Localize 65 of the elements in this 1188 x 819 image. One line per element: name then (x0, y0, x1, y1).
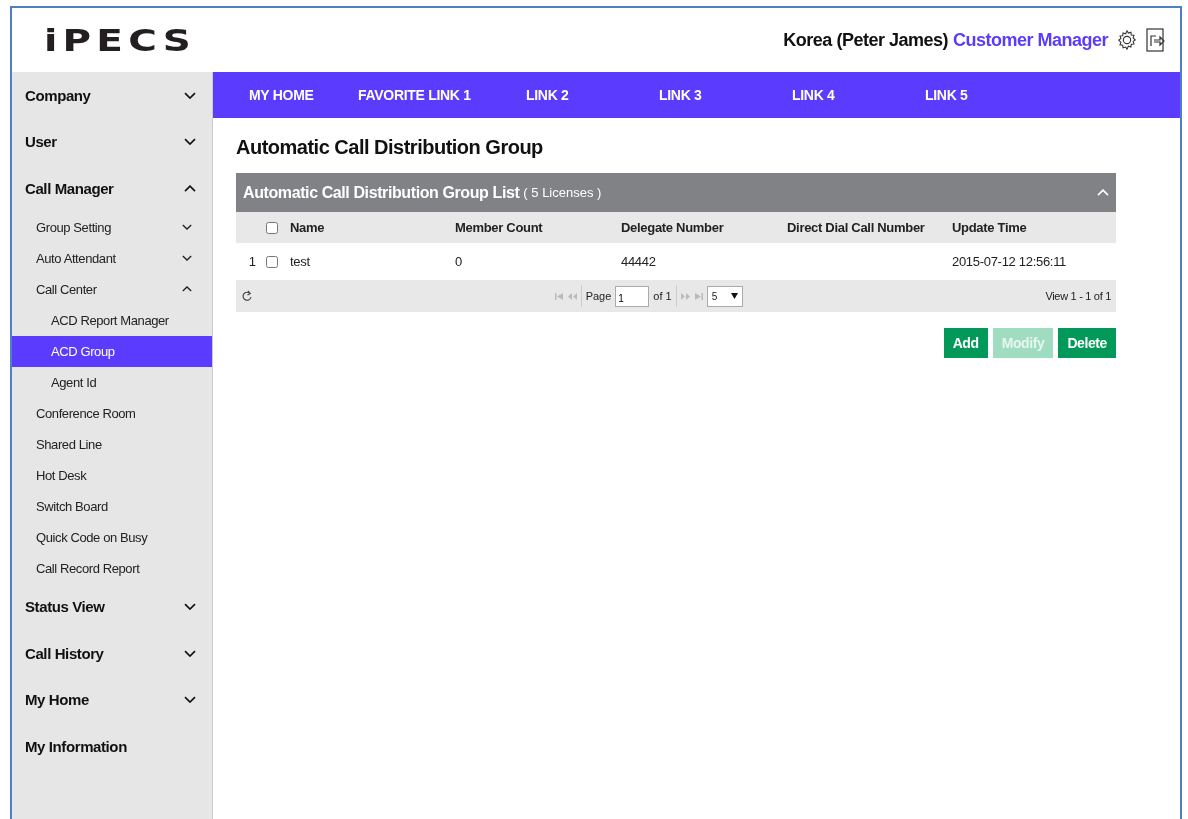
action-button[interactable]: Add (943, 328, 988, 358)
chevron-down-icon (182, 224, 192, 230)
sidebar-item[interactable]: ACD Group (12, 335, 212, 367)
nav-link[interactable]: LINK 3 (659, 87, 702, 103)
sidebar-item[interactable]: My Information (12, 723, 212, 770)
sidebar-item[interactable]: Call Record Report (12, 552, 212, 584)
chevron-up-icon (182, 286, 192, 292)
nav-link[interactable]: FAVORITE LINK 1 (358, 87, 471, 103)
refresh-icon[interactable] (242, 290, 252, 302)
sidebar-item[interactable]: User (12, 118, 212, 165)
sidebar-item[interactable]: Agent Id (12, 366, 212, 398)
sidebar-item[interactable]: Call Manager (12, 165, 212, 212)
logo: iPECS (44, 22, 197, 58)
page-title: Automatic Call Distribution Group (236, 136, 544, 159)
chevron-down-icon (184, 603, 196, 611)
nav-link[interactable]: LINK 2 (526, 87, 569, 103)
select-all-checkbox[interactable] (266, 221, 278, 234)
page-label: Page (585, 290, 612, 302)
sidebar-item[interactable]: Auto Attendant (12, 242, 212, 274)
column-header: Name (290, 220, 326, 235)
sidebar-item[interactable]: Hot Desk (12, 459, 212, 491)
nav-link[interactable]: LINK 5 (925, 87, 968, 103)
sidebar-item[interactable]: Shared Line (12, 428, 212, 460)
sidebar-item[interactable]: Group Setting (12, 211, 212, 243)
chevron-down-icon (182, 255, 192, 261)
logout-icon[interactable] (1146, 28, 1166, 52)
row-number: 1 (247, 254, 257, 269)
table-cell-text: 0 (455, 254, 463, 269)
panel-title: Automatic Call Distribution Group List (243, 183, 520, 202)
page-input[interactable]: 1 (615, 285, 650, 307)
sidebar-item[interactable]: Conference Room (12, 397, 212, 429)
chevron-down-icon (184, 649, 196, 657)
dropdown-caret-icon (730, 293, 738, 299)
chevron-up-icon (1097, 188, 1109, 197)
license-count: ( 5 Licenses ) (523, 185, 602, 200)
chevron-up-icon (184, 184, 196, 192)
user-name: Korea (Peter James) (783, 29, 948, 51)
chevron-down-icon (184, 696, 196, 704)
nav-link[interactable]: MY HOME (249, 87, 314, 103)
sidebar-item[interactable]: Company (12, 72, 212, 119)
column-header: Update Time (952, 220, 1028, 235)
page-size-select[interactable]: 5 (706, 285, 743, 307)
table-cell-text: test (290, 254, 311, 269)
nav-link[interactable]: LINK 4 (792, 87, 835, 103)
sidebar-item[interactable]: Call Center (12, 273, 212, 305)
chevron-down-icon (184, 91, 196, 99)
sidebar-item[interactable]: Call History (12, 630, 212, 677)
collapse-icon[interactable] (1097, 188, 1109, 197)
page-total: of 1 (653, 290, 672, 302)
record-count: View 1 - 1 of 1 (1045, 290, 1112, 302)
column-header: Delegate Number (621, 220, 725, 235)
column-header: Member Count (455, 220, 544, 235)
chevron-down-icon (184, 138, 196, 146)
column-header: Direct Dial Call Number (787, 220, 926, 235)
settings-icon[interactable] (1116, 29, 1138, 51)
role-link[interactable]: Customer Manager (952, 29, 1108, 51)
sidebar-item[interactable]: Quick Code on Busy (12, 521, 212, 553)
sidebar-item[interactable]: Switch Board (12, 490, 212, 522)
row-checkbox[interactable] (266, 255, 278, 268)
table-cell-text: 44442 (621, 254, 657, 269)
sidebar-item[interactable]: My Home (12, 676, 212, 723)
table-cell-text: 2015-07-12 12:56:11 (952, 254, 1068, 269)
sidebar-item[interactable]: Status View (12, 583, 212, 630)
sidebar-item[interactable]: ACD Report Manager (12, 304, 212, 336)
action-button[interactable]: Delete (1058, 328, 1116, 358)
